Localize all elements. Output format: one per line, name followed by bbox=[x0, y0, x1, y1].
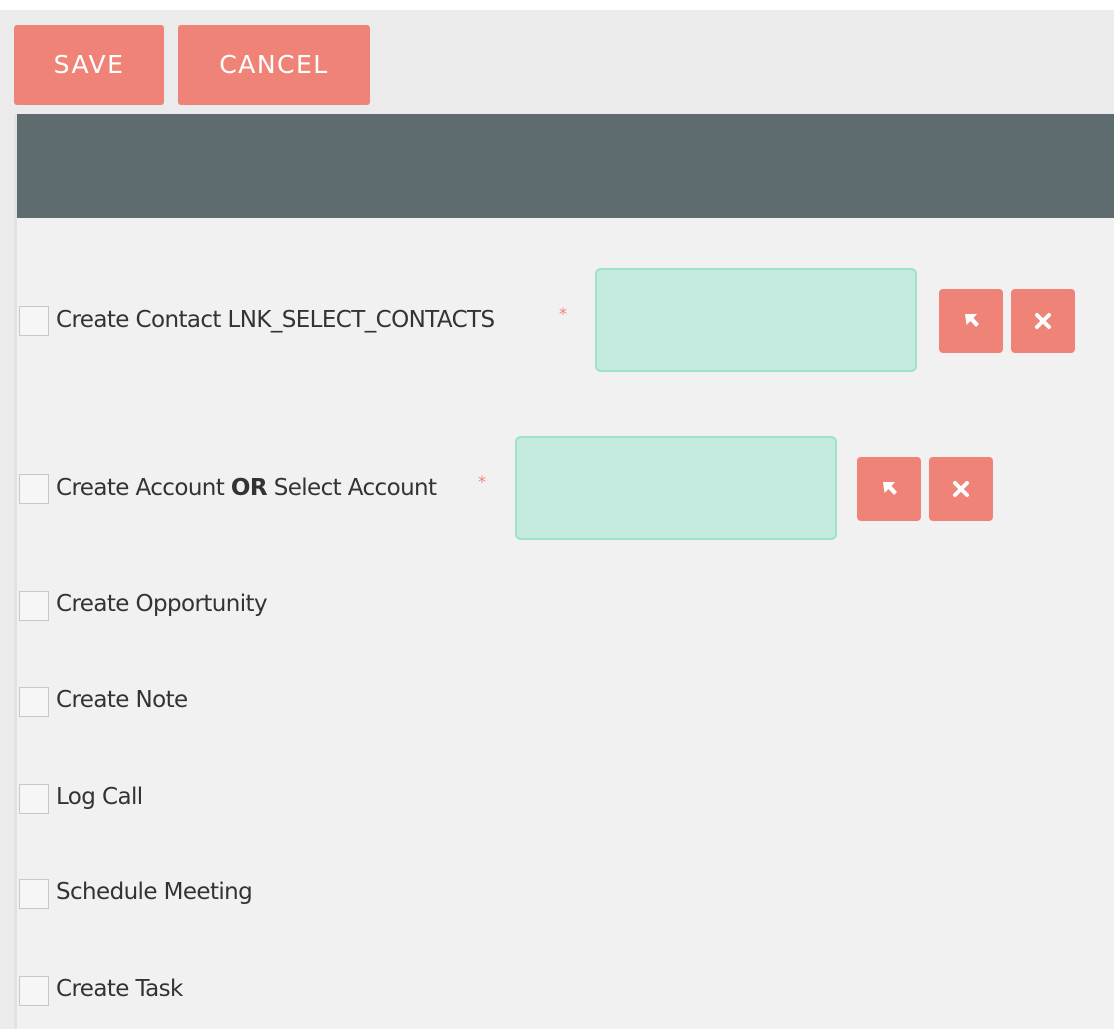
convert-panel: Create Contact LNK_SELECT_CONTACTS * Cre… bbox=[14, 114, 1114, 1029]
create-contact-checkbox[interactable] bbox=[19, 306, 49, 336]
close-icon bbox=[1035, 313, 1051, 329]
top-strip bbox=[0, 0, 1114, 10]
close-icon bbox=[953, 481, 969, 497]
clear-contact-button[interactable] bbox=[1011, 289, 1075, 353]
convert-lead-page: SAVE CANCEL Create Contact LNK_SELECT_CO… bbox=[0, 0, 1114, 1029]
create-contact-label: Create Contact LNK_SELECT_CONTACTS bbox=[56, 307, 495, 333]
select-contact-button[interactable] bbox=[939, 289, 1003, 353]
or-text: OR bbox=[230, 475, 268, 501]
select-account-text: Select Account bbox=[273, 475, 437, 501]
log-call-label: Log Call bbox=[56, 784, 143, 810]
create-opportunity-checkbox[interactable] bbox=[19, 591, 49, 621]
required-indicator: * bbox=[478, 472, 486, 491]
create-task-label: Create Task bbox=[56, 976, 183, 1002]
required-indicator: * bbox=[559, 304, 567, 323]
create-note-checkbox[interactable] bbox=[19, 687, 49, 717]
select-account-button[interactable] bbox=[857, 457, 921, 521]
log-call-checkbox[interactable] bbox=[19, 784, 49, 814]
contact-relate-input[interactable] bbox=[595, 268, 917, 372]
arrow-pointer-icon bbox=[965, 314, 979, 327]
save-button[interactable]: SAVE bbox=[14, 25, 164, 105]
schedule-meeting-checkbox[interactable] bbox=[19, 879, 49, 909]
arrow-pointer-icon bbox=[883, 482, 897, 495]
panel-header bbox=[17, 114, 1114, 218]
cancel-button[interactable]: CANCEL bbox=[178, 25, 370, 105]
clear-account-button[interactable] bbox=[929, 457, 993, 521]
create-opportunity-label: Create Opportunity bbox=[56, 591, 268, 617]
schedule-meeting-label: Schedule Meeting bbox=[56, 879, 253, 905]
create-task-checkbox[interactable] bbox=[19, 976, 49, 1006]
create-note-label: Create Note bbox=[56, 687, 188, 713]
create-account-text: Create Account bbox=[56, 475, 225, 501]
create-account-label: Create Account OR Select Account bbox=[56, 475, 437, 501]
account-relate-input[interactable] bbox=[515, 436, 837, 540]
create-account-checkbox[interactable] bbox=[19, 474, 49, 504]
